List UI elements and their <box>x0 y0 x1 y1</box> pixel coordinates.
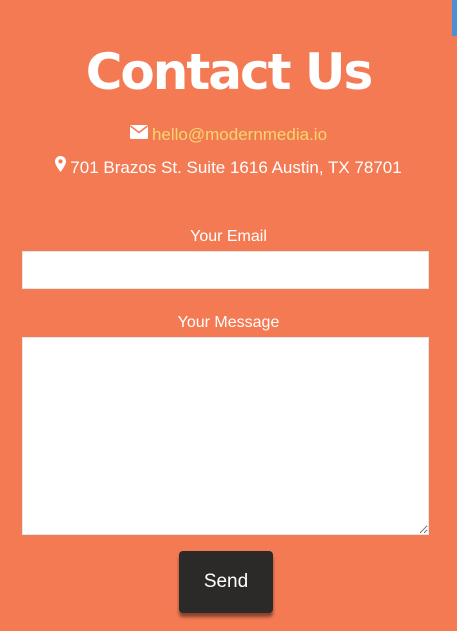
contact-email-row: hello@modernmedia.io <box>0 124 457 147</box>
envelope-icon <box>129 123 148 145</box>
message-label: Your Message <box>177 314 280 331</box>
contact-email-link[interactable]: hello@modernmedia.io <box>152 125 327 144</box>
email-field[interactable] <box>22 251 429 289</box>
message-field[interactable] <box>22 337 429 535</box>
map-marker-icon <box>55 155 67 178</box>
page-title: Contact Us <box>85 43 374 101</box>
send-button[interactable]: Send <box>179 551 273 613</box>
scrollbar-thumb[interactable] <box>452 0 457 36</box>
contact-address: 701 Brazos St. Suite 1616 Austin, TX 787… <box>70 158 402 177</box>
email-label: Your Email <box>190 228 267 245</box>
contact-address-row: 701 Brazos St. Suite 1616 Austin, TX 787… <box>0 155 457 180</box>
